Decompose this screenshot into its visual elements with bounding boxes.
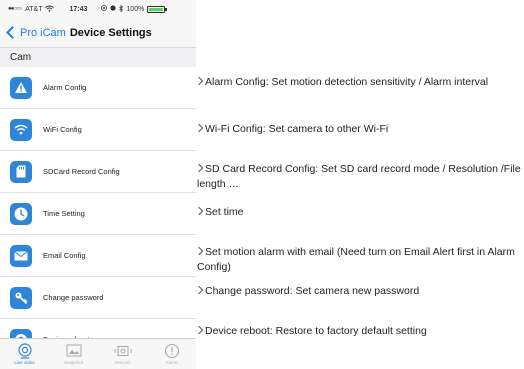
tab-snapshot[interactable]: Snapshot [49, 339, 98, 369]
menu-item-label: WiFi Config [43, 125, 82, 134]
chevron-left-icon [6, 26, 19, 39]
annotation-text: Change password: Set camera new password [205, 285, 420, 297]
status-right-icons: 100% [101, 4, 168, 14]
tab-bar: Live video Snapshot Record Alarm [0, 338, 196, 369]
chevron-right-icon [194, 163, 204, 173]
back-button[interactable]: Pro iCam [6, 26, 66, 39]
wifi-status-icon [44, 5, 54, 14]
envelope-icon [10, 244, 32, 267]
menu-item-alarm-config[interactable]: Alarm Config [0, 67, 196, 109]
annotation-change-password: Change password: Set camera new password [194, 284, 522, 299]
battery-percent: 100% [126, 5, 145, 13]
chevron-right-icon [194, 206, 204, 216]
tab-label: Alarm [165, 360, 178, 365]
annotation-text: Device reboot: Restore to factory defaul… [205, 325, 427, 337]
settings-menu: Alarm Config WiFi Config SDCard Record C… [0, 67, 196, 361]
menu-item-label: Time Setting [43, 209, 85, 218]
image-icon [66, 342, 82, 359]
annotation-text: Set time [205, 206, 244, 218]
annotation-device-reboot: Device reboot: Restore to factory defaul… [194, 324, 522, 339]
tab-label: Snapshot [63, 360, 83, 365]
annotation-text: Set motion alarm with email (Need turn o… [197, 246, 515, 273]
battery-icon [147, 5, 168, 13]
menu-item-time-setting[interactable]: Time Setting [0, 193, 196, 235]
status-time: 17:43 [69, 5, 88, 13]
bluetooth-icon [119, 4, 124, 14]
phone-screen: ●●○○○ AT&T 17:43 100% Pro iCam Device Se… [0, 0, 196, 369]
alarm-icon [164, 342, 180, 359]
annotation-alarm-config: Alarm Config: Set motion detection sensi… [194, 75, 522, 90]
chevron-right-icon [194, 285, 204, 295]
annotation-wifi-config: Wi-Fi Config: Set camera to other Wi-Fi [194, 122, 522, 137]
annotation-text: SD Card Record Config: Set SD card recor… [197, 163, 521, 190]
menu-item-wifi-config[interactable]: WiFi Config [0, 109, 196, 151]
chevron-right-icon [194, 123, 204, 133]
navigation-bar: Pro iCam Device Settings [0, 18, 196, 48]
menu-item-label: SDCard Record Config [43, 167, 120, 176]
menu-item-label: Alarm Config [43, 83, 87, 92]
annotation-text: Wi-Fi Config: Set camera to other Wi-Fi [205, 123, 389, 135]
annotation-text: Alarm Config: Set motion detection sensi… [205, 76, 489, 88]
wifi-icon [10, 118, 32, 141]
menu-item-email-config[interactable]: Email Config [0, 235, 196, 277]
tab-alarm[interactable]: Alarm [147, 339, 196, 369]
back-button-label: Pro iCam [20, 26, 66, 39]
key-icon [10, 286, 32, 309]
carrier-label: AT&T [25, 5, 43, 13]
location-icon [101, 5, 108, 13]
annotation-sdcard-config: SD Card Record Config: Set SD card recor… [194, 162, 522, 192]
section-header: Cam [0, 48, 196, 67]
menu-item-label: Email Config [43, 251, 86, 260]
menu-item-label: Change password [43, 293, 104, 302]
tab-record[interactable]: Record [98, 339, 147, 369]
status-bar: ●●○○○ AT&T 17:43 100% [0, 0, 196, 18]
camera-icon [17, 342, 33, 359]
clock-icon [10, 202, 32, 225]
alert-triangle-icon [10, 76, 32, 99]
page-title: Device Settings [69, 26, 152, 39]
menu-item-sdcard-config[interactable]: SDCard Record Config [0, 151, 196, 193]
signal-strength-icon: ●●○○○ [8, 6, 22, 12]
record-icon [114, 342, 132, 359]
alarm-clock-icon [110, 5, 117, 13]
tab-label: Live video [14, 360, 35, 365]
chevron-right-icon [194, 76, 204, 86]
annotation-email-config: Set motion alarm with email (Need turn o… [194, 245, 522, 275]
tab-label: Record [115, 360, 130, 365]
menu-item-change-password[interactable]: Change password [0, 277, 196, 319]
chevron-right-icon [194, 246, 204, 256]
chevron-right-icon [194, 325, 204, 335]
tab-live-video[interactable]: Live video [0, 339, 49, 369]
sd-card-icon [10, 160, 32, 183]
annotation-time-setting: Set time [194, 205, 522, 220]
